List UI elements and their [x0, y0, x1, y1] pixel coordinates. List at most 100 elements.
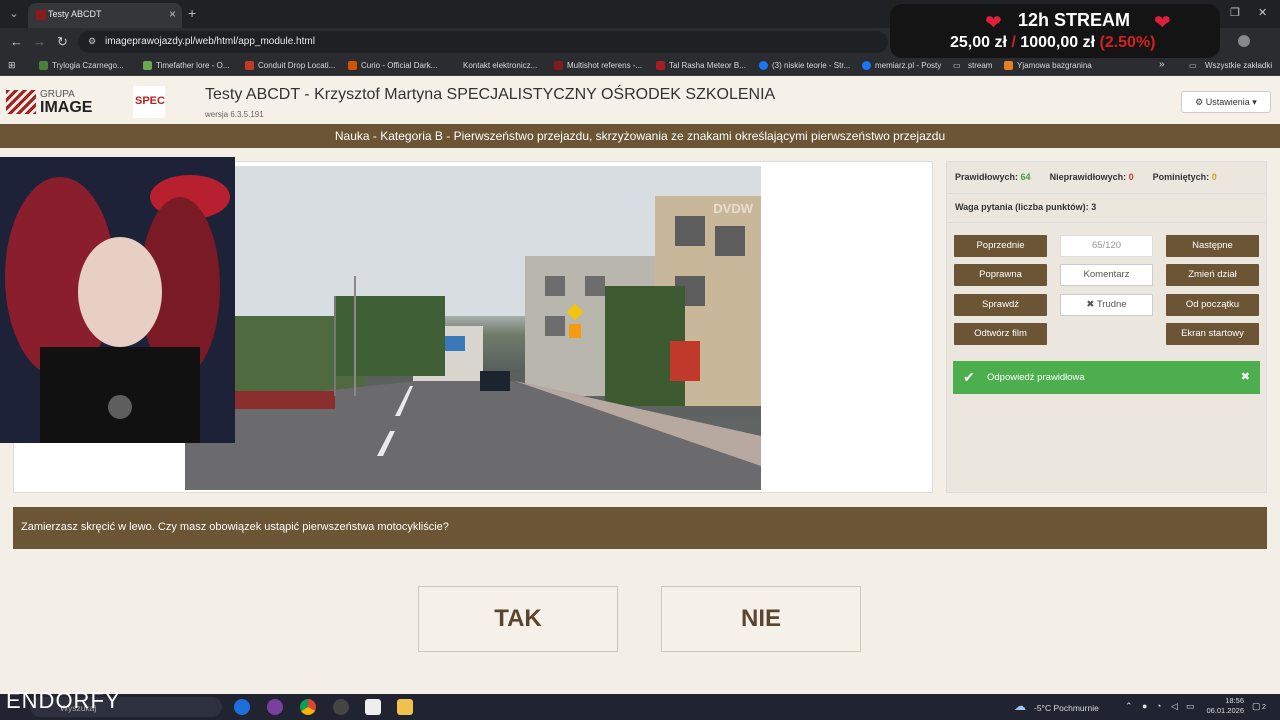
profile-avatar[interactable] [1238, 35, 1250, 47]
webcam-image [0, 157, 235, 443]
check-icon: ✔ [963, 369, 975, 385]
bookmark-favicon-icon [245, 61, 254, 70]
incorrect-value: 0 [1128, 172, 1134, 182]
check-button[interactable]: Sprawdź [954, 294, 1047, 316]
microphone-icon[interactable]: ● [1142, 701, 1147, 711]
restart-button[interactable]: Od początku [1166, 294, 1259, 316]
site-info-icon[interactable]: ⚙ [88, 36, 96, 47]
streamer-webcam [0, 157, 235, 443]
comment-button[interactable]: Komentarz [1060, 264, 1153, 286]
previous-button[interactable]: Poprzednie [954, 235, 1047, 257]
copilot-icon[interactable] [234, 699, 250, 715]
bookmark-2[interactable]: Timefather lore - O... [156, 61, 230, 70]
close-icon[interactable]: ✖ [1241, 370, 1250, 383]
question-bar: Zamierzasz skręcić w lewo. Czy masz obow… [13, 507, 1267, 549]
endorfy-logo: ENDORFY [6, 688, 121, 713]
apps-icon[interactable]: ⊞ [8, 60, 16, 71]
folder-icon: ▭ [953, 61, 961, 70]
question-weight: Waga pytania (liczba punktów): 3 [955, 202, 1096, 212]
facebook-icon [759, 61, 768, 70]
app-icon[interactable] [267, 699, 283, 715]
obs-icon[interactable] [333, 699, 349, 715]
back-icon[interactable]: ← [10, 34, 23, 49]
change-section-button[interactable]: Zmień dział [1166, 264, 1259, 286]
tab-favicon-icon [36, 10, 46, 20]
skipped-value: 0 [1211, 172, 1217, 182]
question-counter: 65/120 [1060, 235, 1153, 257]
alert-message: Odpowiedź prawidłowa [987, 372, 1085, 383]
bookmark-3[interactable]: Conduit Drop Locati... [258, 61, 335, 70]
url-text[interactable]: imageprawojazdy.pl/web/html/app_module.h… [105, 36, 315, 47]
volume-icon[interactable]: ◁ [1171, 701, 1178, 712]
all-bookmarks[interactable]: Wszystkie zakładki [1205, 61, 1272, 70]
forward-icon[interactable]: → [33, 34, 46, 49]
answer-yes-button[interactable]: TAK [418, 586, 618, 652]
skipped-label: Pominiętych: [1152, 172, 1210, 182]
heart-icon: ❤ [985, 12, 1002, 34]
bookmark-favicon-icon [554, 61, 563, 70]
street-scene-image [185, 166, 761, 490]
bookmark-10[interactable]: stream [968, 61, 992, 70]
settings-button[interactable]: ⚙ Ustawienia ▾ [1181, 91, 1271, 113]
bookmark-favicon-icon [656, 61, 665, 70]
network-icon[interactable]: ◔ [1156, 701, 1161, 711]
new-tab-icon[interactable]: + [188, 5, 196, 21]
answer-no-button[interactable]: NIE [661, 586, 861, 652]
app-version: wersja 6.3.5.191 [205, 110, 264, 119]
app-icon[interactable] [365, 699, 381, 715]
cloud-icon: ☁ [1014, 699, 1026, 713]
logo-line2: IMAGE [40, 99, 93, 116]
incorrect-label: Nieprawidłowych: [1049, 172, 1127, 182]
divider [947, 193, 1266, 194]
bookmark-favicon-icon [348, 61, 357, 70]
bookmark-4[interactable]: Curio - Official Dark... [361, 61, 437, 70]
success-alert: ✔ Odpowiedź prawidłowa ✖ [953, 361, 1260, 394]
question-video[interactable]: DVDW [185, 166, 761, 490]
chrome-icon[interactable] [300, 699, 316, 715]
folder-icon: ▭ [1189, 61, 1197, 70]
correct-answer-button[interactable]: Poprawna [954, 264, 1047, 286]
bookmark-11[interactable]: Yjamowa bazgranina [1017, 61, 1092, 70]
next-button[interactable]: Następne [1166, 235, 1259, 257]
bookmark-favicon-icon [143, 61, 152, 70]
bookmark-favicon-icon [39, 61, 48, 70]
weather-text[interactable]: -5°C Pochmurnie [1034, 703, 1099, 713]
window-close-icon[interactable]: ✕ [1258, 6, 1267, 19]
tab-search-icon[interactable]: ⌄ [4, 4, 24, 24]
weight-label: Waga pytania (liczba punktów): [955, 202, 1089, 212]
correct-label: Prawidłowych: [955, 172, 1019, 182]
caret-down-icon: ▾ [1252, 97, 1257, 107]
reload-icon[interactable]: ↻ [57, 34, 68, 50]
difficult-button[interactable]: ✖ Trudne [1060, 294, 1153, 316]
start-screen-button[interactable]: Ekran startowy [1166, 323, 1259, 345]
divider [947, 222, 1266, 223]
chevron-up-icon[interactable]: ⌃ [1125, 701, 1133, 712]
file-explorer-icon[interactable] [397, 699, 413, 715]
notification-icon[interactable]: ▢ [1252, 701, 1261, 712]
chevron-right-icon[interactable]: » [1159, 59, 1165, 70]
question-text: Zamierzasz skręcić w lewo. Czy masz obow… [21, 521, 449, 533]
play-video-button[interactable]: Odtwórz film [954, 323, 1047, 345]
bookmark-5[interactable]: Kontakt elektronicz... [463, 61, 537, 70]
bookmark-9[interactable]: memiarz.pl - Posty [875, 61, 941, 70]
bookmark-7[interactable]: Tal Rasha Meteor B... [669, 61, 746, 70]
bookmark-1[interactable]: Trylogia Czarnego... [52, 61, 124, 70]
weight-value: 3 [1091, 202, 1097, 212]
bookmark-6[interactable]: Multishot referens -... [567, 61, 642, 70]
clock[interactable]: 18:56 06.01.2026 [1200, 696, 1244, 716]
clock-time: 18:56 [1225, 696, 1244, 705]
browser-tab[interactable]: Testy ABCDT × [28, 3, 182, 28]
stream-raised: 25,00 zł [950, 34, 1007, 51]
grupa-image-logo-icon [6, 90, 36, 114]
bookmark-8[interactable]: (3) niskie teorie - Str... [772, 61, 850, 70]
battery-icon[interactable]: ▭ [1186, 701, 1195, 712]
maximize-icon[interactable]: ❐ [1230, 6, 1240, 19]
tab-title: Testy ABCDT [48, 9, 102, 19]
tab-close-icon[interactable]: × [169, 7, 176, 21]
settings-label: Ustawienia [1205, 97, 1250, 107]
gear-icon: ⚙ [1195, 97, 1204, 107]
spec-logo-text: SPEC [135, 95, 165, 107]
stream-separator: / [1011, 34, 1016, 51]
video-watermark: DVDW [713, 201, 753, 216]
stream-goal: 25,00 zł / 1000,00 zł (2.50%) [950, 34, 1156, 52]
